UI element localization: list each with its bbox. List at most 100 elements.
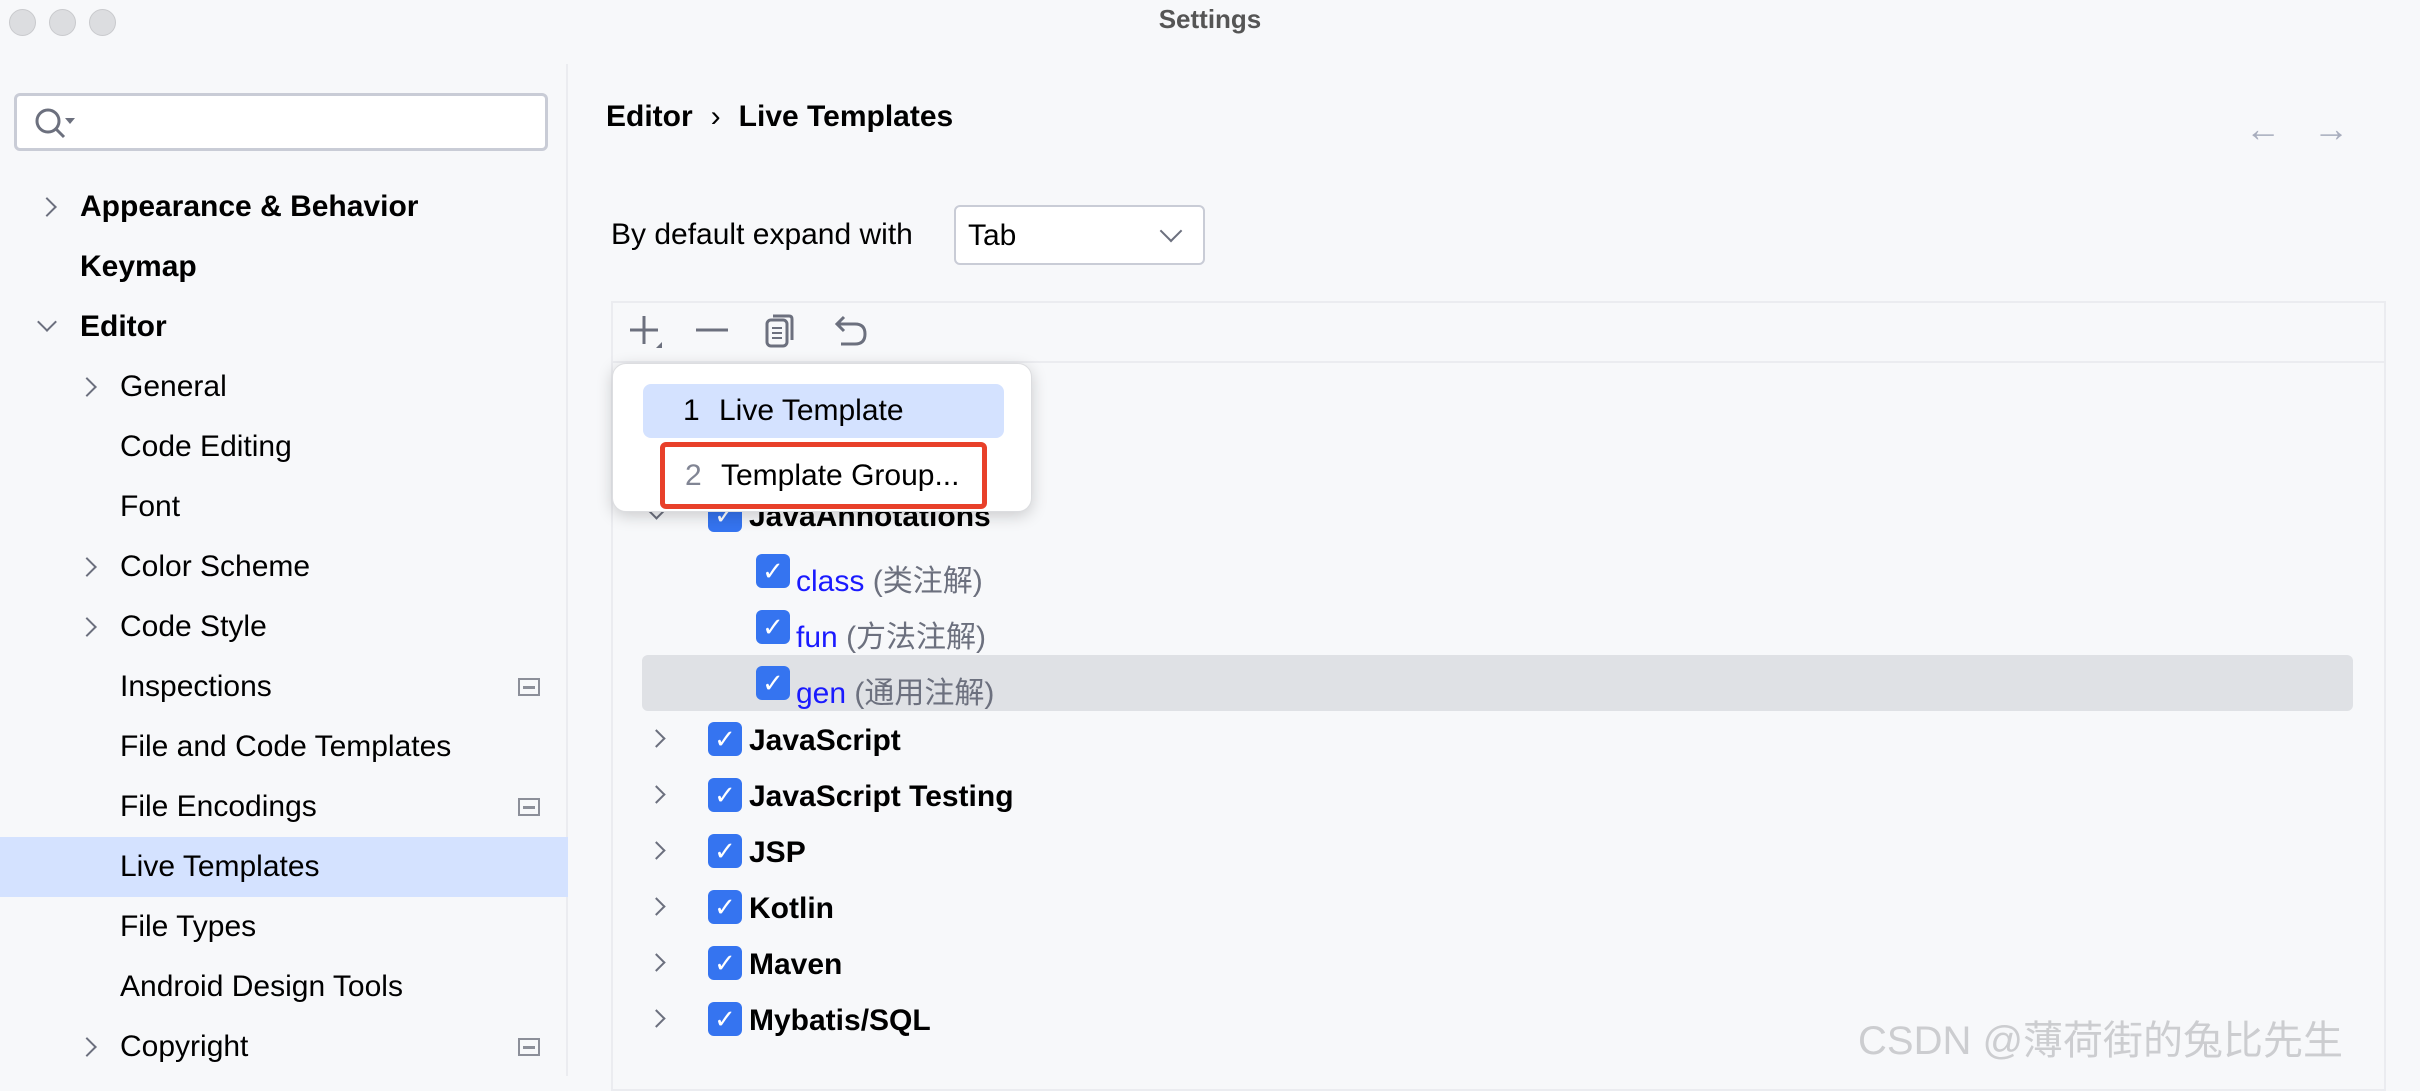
- template-group-row[interactable]: ✓ Maven: [613, 935, 2384, 991]
- copy-icon[interactable]: [756, 308, 806, 354]
- chevron-right-icon[interactable]: [647, 953, 666, 972]
- checkbox[interactable]: ✓: [708, 722, 742, 756]
- template-description: (通用注解): [854, 677, 995, 710]
- sidebar-item-label: Copyright: [120, 1030, 249, 1063]
- sidebar-item-label: Code Editing: [120, 430, 292, 463]
- remove-icon[interactable]: [686, 308, 736, 354]
- project-settings-icon: [518, 798, 540, 816]
- template-label: JavaScript Testing: [749, 780, 1014, 814]
- expand-with-dropdown[interactable]: Tab: [954, 205, 1205, 265]
- sidebar-item-label: Editor: [80, 310, 167, 343]
- expand-with-label: By default expand with: [611, 218, 913, 251]
- template-group-row[interactable]: ✓ JavaScript: [613, 711, 2384, 767]
- breadcrumb-separator: ›: [710, 100, 721, 133]
- chevron-right-icon[interactable]: [77, 1037, 97, 1057]
- sidebar-item-file-encodings[interactable]: File Encodings: [0, 777, 568, 837]
- sidebar-item-general[interactable]: General: [0, 357, 568, 417]
- checkbox[interactable]: ✓: [756, 666, 790, 700]
- group-name: JSP: [749, 836, 806, 869]
- template-row[interactable]: ✓ class (类注解): [613, 543, 2384, 599]
- template-description: (类注解): [872, 565, 983, 598]
- menu-item-label: Template Group...: [721, 458, 960, 492]
- sidebar-item-label: Color Scheme: [120, 550, 311, 583]
- sidebar-item-inspections[interactable]: Inspections: [0, 657, 568, 717]
- add-icon[interactable]: [620, 308, 670, 354]
- chevron-right-icon[interactable]: [37, 197, 57, 217]
- menu-item-number: 1: [683, 394, 700, 427]
- restore-icon[interactable]: [825, 308, 875, 354]
- template-label: Maven: [749, 948, 842, 982]
- menu-item-number: 2: [685, 458, 702, 492]
- group-name: JavaScript: [749, 724, 901, 757]
- watermark: CSDN @薄荷街的兔比先生: [1858, 1019, 2344, 1063]
- checkbox[interactable]: ✓: [708, 890, 742, 924]
- chevron-down-icon: [1159, 219, 1183, 243]
- chevron-down-icon[interactable]: [37, 312, 57, 332]
- chevron-right-icon[interactable]: [647, 1009, 666, 1028]
- window-title: Settings: [1158, 4, 1262, 34]
- chevron-right-icon[interactable]: [77, 377, 97, 397]
- template-row[interactable]: ✓ fun (方法注解): [613, 599, 2384, 655]
- checkbox[interactable]: ✓: [708, 1002, 742, 1036]
- template-label: Mybatis/SQL: [749, 1004, 931, 1038]
- sidebar-item-color-scheme[interactable]: Color Scheme: [0, 537, 568, 597]
- template-label: class (类注解): [796, 556, 983, 600]
- chevron-right-icon[interactable]: [647, 841, 666, 860]
- chevron-right-icon[interactable]: [77, 617, 97, 637]
- back-arrow-icon[interactable]: ←: [2245, 108, 2281, 150]
- sidebar-item-keymap[interactable]: Keymap: [0, 237, 568, 297]
- checkbox[interactable]: ✓: [756, 610, 790, 644]
- group-name: JavaScript Testing: [749, 780, 1014, 813]
- chevron-right-icon[interactable]: [647, 729, 666, 748]
- sidebar-item-code-style[interactable]: Code Style: [0, 597, 568, 657]
- checkbox[interactable]: ✓: [708, 946, 742, 980]
- menu-item-label: Live Template: [719, 394, 904, 427]
- sidebar-item-file-types[interactable]: File Types: [0, 897, 568, 957]
- checkbox[interactable]: ✓: [708, 834, 742, 868]
- forward-arrow-icon[interactable]: →: [2313, 108, 2349, 150]
- expand-with-value: Tab: [968, 219, 1017, 252]
- template-label: gen (通用注解): [796, 668, 994, 712]
- group-name: Kotlin: [749, 892, 834, 925]
- template-description: (方法注解): [846, 621, 987, 654]
- breadcrumb: Editor › Live Templates: [606, 100, 953, 134]
- template-abbreviation: class: [796, 565, 865, 598]
- sidebar-item-appearance-behavior[interactable]: Appearance & Behavior: [0, 177, 568, 237]
- template-label: JavaScript: [749, 724, 901, 758]
- sidebar-item-copyright[interactable]: Copyright: [0, 1017, 568, 1077]
- sidebar-item-label: File Types: [120, 910, 257, 943]
- chevron-right-icon[interactable]: [77, 557, 97, 577]
- breadcrumb-editor[interactable]: Editor: [606, 100, 693, 134]
- template-group-row[interactable]: ✓ JavaScript Testing: [613, 767, 2384, 823]
- sidebar-item-file-and-code-templates[interactable]: File and Code Templates: [0, 717, 568, 777]
- search-input[interactable]: [14, 93, 548, 151]
- template-label: Kotlin: [749, 892, 834, 926]
- chevron-right-icon[interactable]: [647, 785, 666, 804]
- menu-item-live-template[interactable]: 1 Live Template: [643, 384, 1004, 438]
- sidebar-item-code-editing[interactable]: Code Editing: [0, 417, 568, 477]
- template-row[interactable]: ✓ gen (通用注解): [642, 655, 2353, 711]
- sidebar-item-editor[interactable]: Editor: [0, 297, 568, 357]
- template-group-row[interactable]: ✓ Kotlin: [613, 879, 2384, 935]
- menu-item-template-group[interactable]: 2 Template Group...: [660, 442, 987, 509]
- sidebar-item-label: Keymap: [80, 250, 197, 283]
- sidebar-item-label: Live Templates: [120, 850, 320, 883]
- project-settings-icon: [518, 1038, 540, 1056]
- project-settings-icon: [518, 678, 540, 696]
- sidebar-item-label: General: [120, 370, 227, 403]
- sidebar-item-label: File and Code Templates: [120, 730, 452, 763]
- template-group-row[interactable]: ✓ JSP: [613, 823, 2384, 879]
- sidebar-item-label: Code Style: [120, 610, 267, 643]
- sidebar-item-font[interactable]: Font: [0, 477, 568, 537]
- sidebar-item-label: Android Design Tools: [120, 970, 403, 1003]
- sidebar-item-live-templates[interactable]: Live Templates: [0, 837, 568, 897]
- templates-toolbar: [611, 301, 2386, 363]
- sidebar-item-label: Inspections: [120, 670, 272, 703]
- checkbox[interactable]: ✓: [756, 554, 790, 588]
- checkbox[interactable]: ✓: [708, 778, 742, 812]
- template-abbreviation: fun: [796, 621, 838, 654]
- sidebar-item-android-design-tools[interactable]: Android Design Tools: [0, 957, 568, 1017]
- template-label: JSP: [749, 836, 806, 870]
- chevron-right-icon[interactable]: [647, 897, 666, 916]
- group-name: Mybatis/SQL: [749, 1004, 931, 1037]
